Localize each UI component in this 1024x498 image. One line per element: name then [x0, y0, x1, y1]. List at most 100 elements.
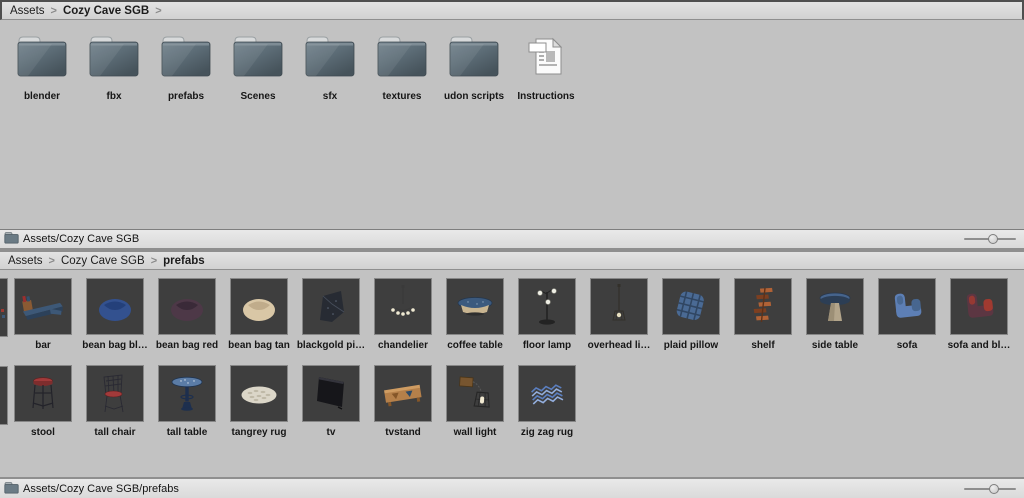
prefab-label: bean bag red — [155, 340, 219, 351]
prefab-thumbnail[interactable] — [158, 365, 216, 422]
prefab-item-plaid-pillow[interactable]: plaid pillow — [662, 278, 720, 351]
prefab-item-tangrey-rug[interactable]: tangrey rug — [230, 365, 288, 438]
prefab-thumbnail[interactable] — [86, 278, 144, 335]
chandelier-icon — [391, 284, 415, 316]
prefab-item-stool[interactable]: stool — [14, 365, 72, 438]
prefab-label: plaid pillow — [663, 340, 719, 351]
folder-icon-box — [13, 33, 71, 78]
prefab-label: blackgold pi… — [296, 340, 366, 351]
prefab-item-bean-bag-bl[interactable]: bean bag bl… — [82, 278, 148, 351]
prefab-thumbnail[interactable] — [518, 365, 576, 422]
prefab-label: wall light — [453, 427, 497, 438]
slider-knob[interactable] — [988, 234, 999, 244]
prefab-item-bean-bag-red[interactable]: bean bag red — [155, 278, 219, 351]
clipped-prefab-tile[interactable] — [0, 278, 8, 337]
folder-icon — [449, 36, 499, 77]
stool-icon — [32, 376, 54, 409]
prefab-item-bean-bag-tan[interactable]: bean bag tan — [228, 278, 290, 351]
prefab-item-tall-table[interactable]: tall table — [158, 365, 216, 438]
prefab-label: coffee table — [447, 340, 503, 351]
folder-item-udon-scripts[interactable]: udon scripts — [444, 33, 504, 229]
coffee-table-icon — [457, 296, 493, 316]
bar-icon — [22, 295, 63, 320]
clipped-prefab-tile[interactable] — [0, 366, 8, 425]
prefab-item-side-table[interactable]: side table — [806, 278, 864, 351]
prefab-thumbnail[interactable] — [86, 365, 144, 422]
prefab-item-shelf[interactable]: shelf — [734, 278, 792, 351]
folder-icon — [161, 36, 211, 77]
folder-item-blender[interactable]: blender — [13, 33, 71, 229]
prefab-thumbnail[interactable] — [374, 278, 432, 335]
prefab-item-sofa[interactable]: sofa — [878, 278, 936, 351]
status-bar-bottom: Assets/Cozy Cave SGB/prefabs — [0, 477, 1024, 498]
breadcrumb-segment-assets[interactable]: Assets — [8, 255, 43, 267]
prefab-item-tall-chair[interactable]: tall chair — [86, 365, 144, 438]
asset-label: sfx — [322, 91, 338, 102]
file-item-instructions[interactable]: Instructions — [517, 33, 575, 229]
folder-item-scenes[interactable]: Scenes — [229, 33, 287, 229]
prefab-thumbnail[interactable] — [446, 365, 504, 422]
prefab-item-blackgold-pi[interactable]: blackgold pi… — [297, 278, 365, 351]
prefab-thumbnail[interactable] — [302, 278, 360, 335]
chevron-right-icon: > — [50, 4, 57, 17]
prefab-thumbnail[interactable] — [230, 278, 288, 335]
asset-label: prefabs — [167, 91, 205, 102]
prefab-thumbnail[interactable] — [878, 278, 936, 335]
prefab-thumbnail[interactable] — [950, 278, 1008, 335]
prefab-item-bar[interactable]: bar — [14, 278, 72, 351]
folder-icon — [233, 36, 283, 77]
slider-knob[interactable] — [989, 483, 1000, 494]
prefab-thumbnail[interactable] — [374, 365, 432, 422]
folder-item-sfx[interactable]: sfx — [301, 33, 359, 229]
wall-light-icon — [459, 375, 490, 408]
asset-label: Scenes — [240, 91, 276, 102]
breadcrumb-segment-cozy-cave-sgb[interactable]: Cozy Cave SGB — [61, 255, 145, 267]
prefab-thumbnail[interactable] — [302, 365, 360, 422]
prefab-item-sofa-and-bl[interactable]: sofa and bl… — [948, 278, 1010, 351]
folder-icon-box — [373, 33, 431, 78]
prefab-thumbnail[interactable] — [230, 365, 288, 422]
prefab-item-chandelier[interactable]: chandelier — [374, 278, 432, 351]
prefab-thumbnail[interactable] — [14, 365, 72, 422]
clipped-thumb-detail — [1, 309, 4, 312]
breadcrumb-segment-cozy-cave-sgb[interactable]: Cozy Cave SGB — [63, 5, 149, 17]
folder-item-fbx[interactable]: fbx — [85, 33, 143, 229]
document-icon — [528, 37, 563, 75]
folder-icon-box — [85, 33, 143, 78]
prefab-thumbnail[interactable] — [734, 278, 792, 335]
prefab-thumbnail[interactable] — [158, 278, 216, 335]
shelf-icon — [753, 287, 773, 322]
folder-icon — [305, 36, 355, 77]
breadcrumb-top: Assets > Cozy Cave SGB > — [0, 0, 1024, 20]
breadcrumb-segment-prefabs[interactable]: prefabs — [163, 255, 205, 267]
prefab-item-coffee-table[interactable]: coffee table — [446, 278, 504, 351]
prefab-thumbnail[interactable] — [662, 278, 720, 335]
prefab-thumbnail[interactable] — [446, 278, 504, 335]
prefab-item-floor-lamp[interactable]: floor lamp — [518, 278, 576, 351]
side-table-icon — [819, 292, 851, 321]
breadcrumb-segment-assets[interactable]: Assets — [10, 5, 45, 17]
prefab-label: sofa — [896, 340, 918, 351]
prefab-label: tvstand — [385, 427, 421, 438]
status-path-bottom: Assets/Cozy Cave SGB/prefabs — [23, 482, 179, 495]
thumbnail-zoom-slider[interactable] — [964, 483, 1016, 495]
tvstand-icon — [384, 384, 422, 406]
prefab-item-wall-light[interactable]: wall light — [446, 365, 504, 438]
prefab-label: floor lamp — [522, 340, 572, 351]
thumbnail-zoom-slider[interactable] — [964, 233, 1016, 245]
prefab-item-zig-zag-rug[interactable]: zig zag rug — [518, 365, 576, 438]
prefab-item-tvstand[interactable]: tvstand — [374, 365, 432, 438]
prefab-label: tv — [326, 427, 336, 438]
folder-item-prefabs[interactable]: prefabs — [157, 33, 215, 229]
prefab-thumbnail[interactable] — [590, 278, 648, 335]
prefab-label: bean bag tan — [228, 340, 290, 351]
unity-project-browser: Assets > Cozy Cave SGB > blender fbx prefab… — [0, 0, 1024, 498]
tall-table-icon — [171, 376, 203, 411]
beanbag-icon — [99, 298, 131, 321]
prefab-thumbnail[interactable] — [806, 278, 864, 335]
prefab-thumbnail[interactable] — [14, 278, 72, 335]
prefab-item-tv[interactable]: tv — [302, 365, 360, 438]
prefab-item-overhead-li[interactable]: overhead li… — [588, 278, 650, 351]
prefab-thumbnail[interactable] — [518, 278, 576, 335]
folder-item-textures[interactable]: textures — [373, 33, 431, 229]
